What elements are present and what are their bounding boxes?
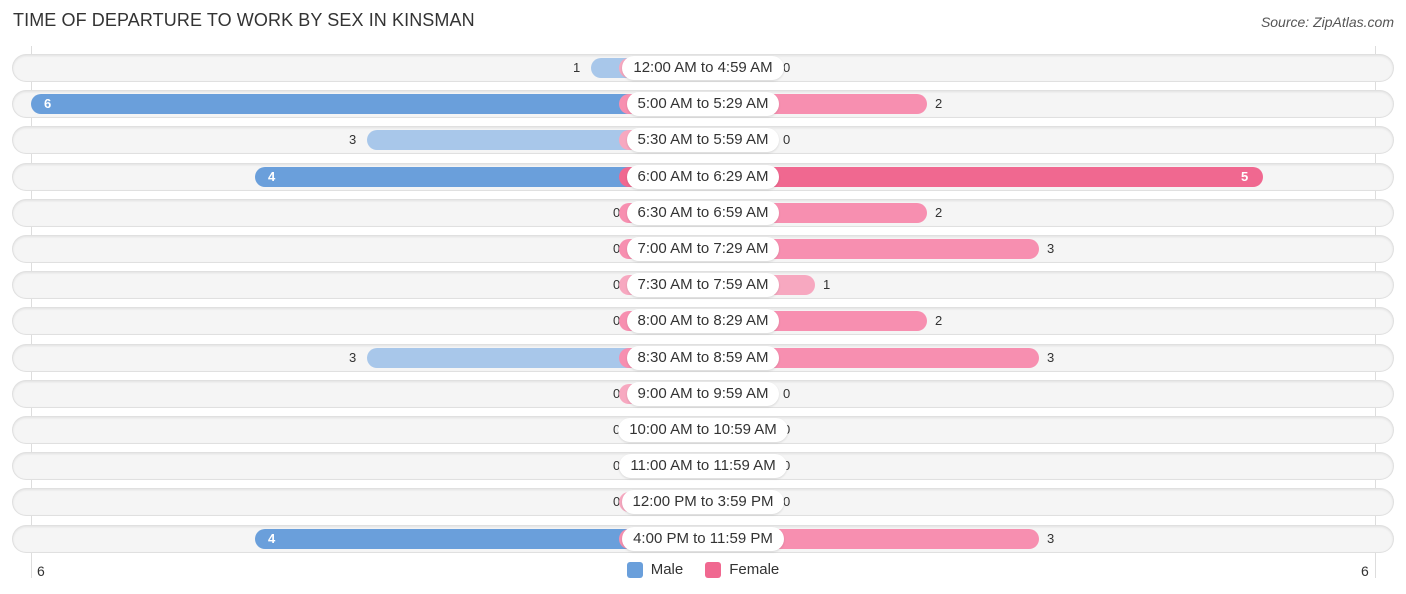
source-label: Source: ZipAtlas.com: [1260, 14, 1394, 30]
category-label: 4:00 PM to 11:59 PM: [622, 527, 784, 551]
legend-item-female[interactable]: Female: [705, 561, 779, 578]
category-label: 9:00 AM to 9:59 AM: [626, 382, 780, 406]
female-value-label: 0: [783, 60, 791, 75]
female-value-label: 0: [783, 132, 791, 147]
legend-label-male: Male: [650, 561, 684, 578]
male-value-label: 1: [573, 60, 581, 75]
male-bar[interactable]: [31, 94, 703, 114]
category-label: 6:00 AM to 6:29 AM: [626, 165, 780, 189]
category-label: 5:00 AM to 5:29 AM: [626, 92, 780, 116]
category-label: 7:30 AM to 7:59 AM: [626, 273, 780, 297]
female-value-label: 2: [935, 96, 943, 111]
category-label: 11:00 AM to 11:59 AM: [619, 454, 787, 478]
female-value-label: 2: [935, 313, 943, 328]
category-label: 12:00 PM to 3:59 PM: [621, 490, 785, 514]
female-value-label: 0: [783, 494, 791, 509]
legend-swatch-female: [705, 561, 722, 578]
legend-label-female: Female: [729, 561, 780, 578]
legend-swatch-male: [626, 561, 643, 578]
male-value-label: 3: [349, 132, 357, 147]
female-value-label: 3: [1047, 531, 1055, 546]
female-value-label: 0: [783, 386, 791, 401]
category-label: 8:00 AM to 8:29 AM: [626, 309, 780, 333]
male-value-label: 6: [44, 96, 52, 111]
legend-item-male[interactable]: Male: [626, 561, 684, 578]
category-label: 12:00 AM to 4:59 AM: [622, 56, 784, 80]
female-value-label: 2: [935, 205, 943, 220]
category-label: 10:00 AM to 10:59 AM: [618, 418, 788, 442]
male-value-label: 4: [268, 531, 276, 546]
female-value-label: 3: [1047, 350, 1055, 365]
female-value-label: 5: [1241, 169, 1249, 184]
category-label: 7:00 AM to 7:29 AM: [626, 237, 780, 261]
legend: Male Female: [0, 561, 1406, 578]
female-value-label: 3: [1047, 241, 1055, 256]
female-value-label: 1: [823, 277, 831, 292]
category-label: 6:30 AM to 6:59 AM: [626, 201, 780, 225]
male-value-label: 4: [268, 169, 276, 184]
male-value-label: 3: [349, 350, 357, 365]
category-label: 5:30 AM to 5:59 AM: [626, 128, 780, 152]
category-label: 8:30 AM to 8:59 AM: [626, 346, 780, 370]
chart-title: TIME OF DEPARTURE TO WORK BY SEX IN KINS…: [13, 10, 475, 30]
